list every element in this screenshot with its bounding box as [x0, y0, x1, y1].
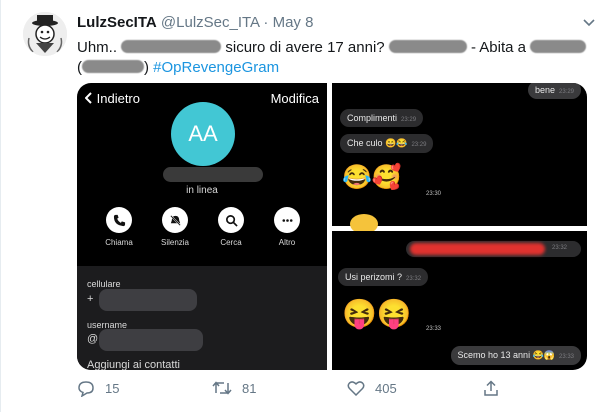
reply-icon [78, 381, 94, 397]
search-icon [225, 214, 238, 227]
reply-count: 15 [105, 381, 120, 396]
chat-bubble-incoming: Usi perizomi ? 23:32 [338, 268, 429, 286]
tweet-text: Uhm.. sicuro di avere 17 anni? - Abita a… [77, 38, 602, 78]
separator-dot: · [263, 14, 269, 31]
message-text: Usi perizomi ? [345, 272, 403, 282]
message-time: 23:30 [426, 191, 442, 197]
phone-icon [113, 214, 125, 226]
phone-field-label: cellulare [87, 279, 121, 289]
text-part: - Abita a [470, 39, 527, 56]
call-action: Chiama [94, 207, 144, 247]
heart-icon [347, 381, 365, 396]
add-contact-link: Aggiungi ai contatti [87, 359, 180, 370]
message-time: 23:33 [558, 354, 574, 360]
contact-info-card: cellulare + username @ [77, 266, 327, 370]
more-icon [281, 218, 293, 222]
message-time: 23:29 [401, 117, 417, 123]
reply-button[interactable]: 15 [77, 380, 119, 397]
chat-bubble-incoming: Complimenti 23:29 [340, 109, 424, 127]
message-time: 23:29 [558, 89, 574, 95]
media-chat-screenshot-bottom[interactable]: 23:32 Usi perizomi ? 23:32 😝😝 23:33 Scemo… [332, 231, 587, 370]
blurred-username [99, 329, 203, 351]
media-chat-screenshot-top[interactable]: bene 23:29 Complimenti 23:29 Che culo 😄😂 23… [332, 83, 587, 234]
action-label: Cerca [220, 238, 242, 247]
emoji-message: 😝😝 [342, 298, 412, 329]
contact-avatar: AA [171, 102, 235, 166]
share-button[interactable] [483, 380, 499, 397]
emoji-message: 😂🥰 [342, 164, 402, 191]
retweet-count: 81 [242, 380, 257, 396]
back-nav: Indietro [84, 91, 140, 106]
action-label: Chiama [105, 238, 133, 247]
chat-bubble-outgoing: 23:32 [406, 241, 581, 257]
message-text: Che culo 😄😂 [347, 138, 408, 148]
username-prefix: @ [87, 333, 99, 345]
author-handle[interactable]: @LulzSec_ITA [161, 14, 259, 31]
chat-bubble-incoming: Che culo 😄😂 23:29 [340, 134, 434, 153]
message-time: 23:29 [411, 142, 427, 148]
contact-status: in linea [186, 185, 218, 196]
text-part: sicuro di avere 17 anni? [225, 39, 385, 56]
more-action: Altro [262, 207, 312, 247]
redacted-block [121, 40, 222, 53]
mute-action: Silenzia [150, 207, 200, 247]
tweet[interactable]: LulzSecITA @LulzSec_ITA · May 8 Uhm.. si… [0, 0, 615, 412]
phone-prefix: + [87, 293, 94, 305]
message-time: 23:33 [426, 326, 442, 332]
bell-off-icon [169, 214, 181, 226]
author-avatar[interactable] [23, 12, 67, 56]
text-part: Uhm.. [77, 39, 118, 56]
red-redaction [410, 243, 545, 255]
chevron-left-icon [84, 92, 92, 104]
action-label: Silenzia [160, 238, 189, 247]
like-count: 405 [375, 380, 397, 396]
author-name[interactable]: LulzSecITA [77, 14, 157, 31]
tweet-actions: 15 81 405 [77, 378, 527, 400]
redacted-block [388, 40, 467, 53]
retweet-icon [212, 381, 232, 395]
blurred-phone [99, 289, 197, 311]
edit-label: Modifica [270, 91, 319, 106]
media-profile-screenshot[interactable]: Indietro Modifica AA in linea Chiama Sil… [77, 83, 327, 370]
action-label: Altro [278, 238, 296, 247]
redacted-block [530, 40, 587, 53]
tweet-header: LulzSecITA @LulzSec_ITA · May 8 [77, 14, 313, 31]
chat-bubble-outgoing: bene 23:29 [527, 83, 581, 99]
like-button[interactable]: 405 [347, 380, 397, 396]
tweet-media-grid[interactable]: Indietro Modifica AA in linea Chiama Sil… [77, 83, 587, 370]
message-time: 23:32 [406, 276, 422, 282]
retweet-button[interactable]: 81 [212, 380, 256, 396]
message-text: Complimenti [347, 113, 398, 123]
message-time: 23:32 [551, 245, 567, 251]
share-icon [484, 380, 498, 396]
tweet-date[interactable]: May 8 [273, 14, 314, 31]
text-part: ) [144, 59, 149, 76]
message-text: bene [534, 85, 555, 95]
blurred-contact-name [163, 167, 263, 182]
lulzsec-logo-icon [23, 12, 67, 56]
chat-bubble-outgoing: Scemo ho 13 anni 😂😱 23:33 [450, 346, 581, 365]
back-label: Indietro [96, 91, 140, 106]
chevron-down-icon[interactable] [583, 16, 595, 30]
search-action: Cerca [206, 207, 256, 247]
message-text: Scemo ho 13 anni 😂😱 [457, 350, 555, 360]
hashtag-link[interactable]: #OpRevengeGram [153, 59, 279, 76]
redacted-block [82, 60, 144, 73]
